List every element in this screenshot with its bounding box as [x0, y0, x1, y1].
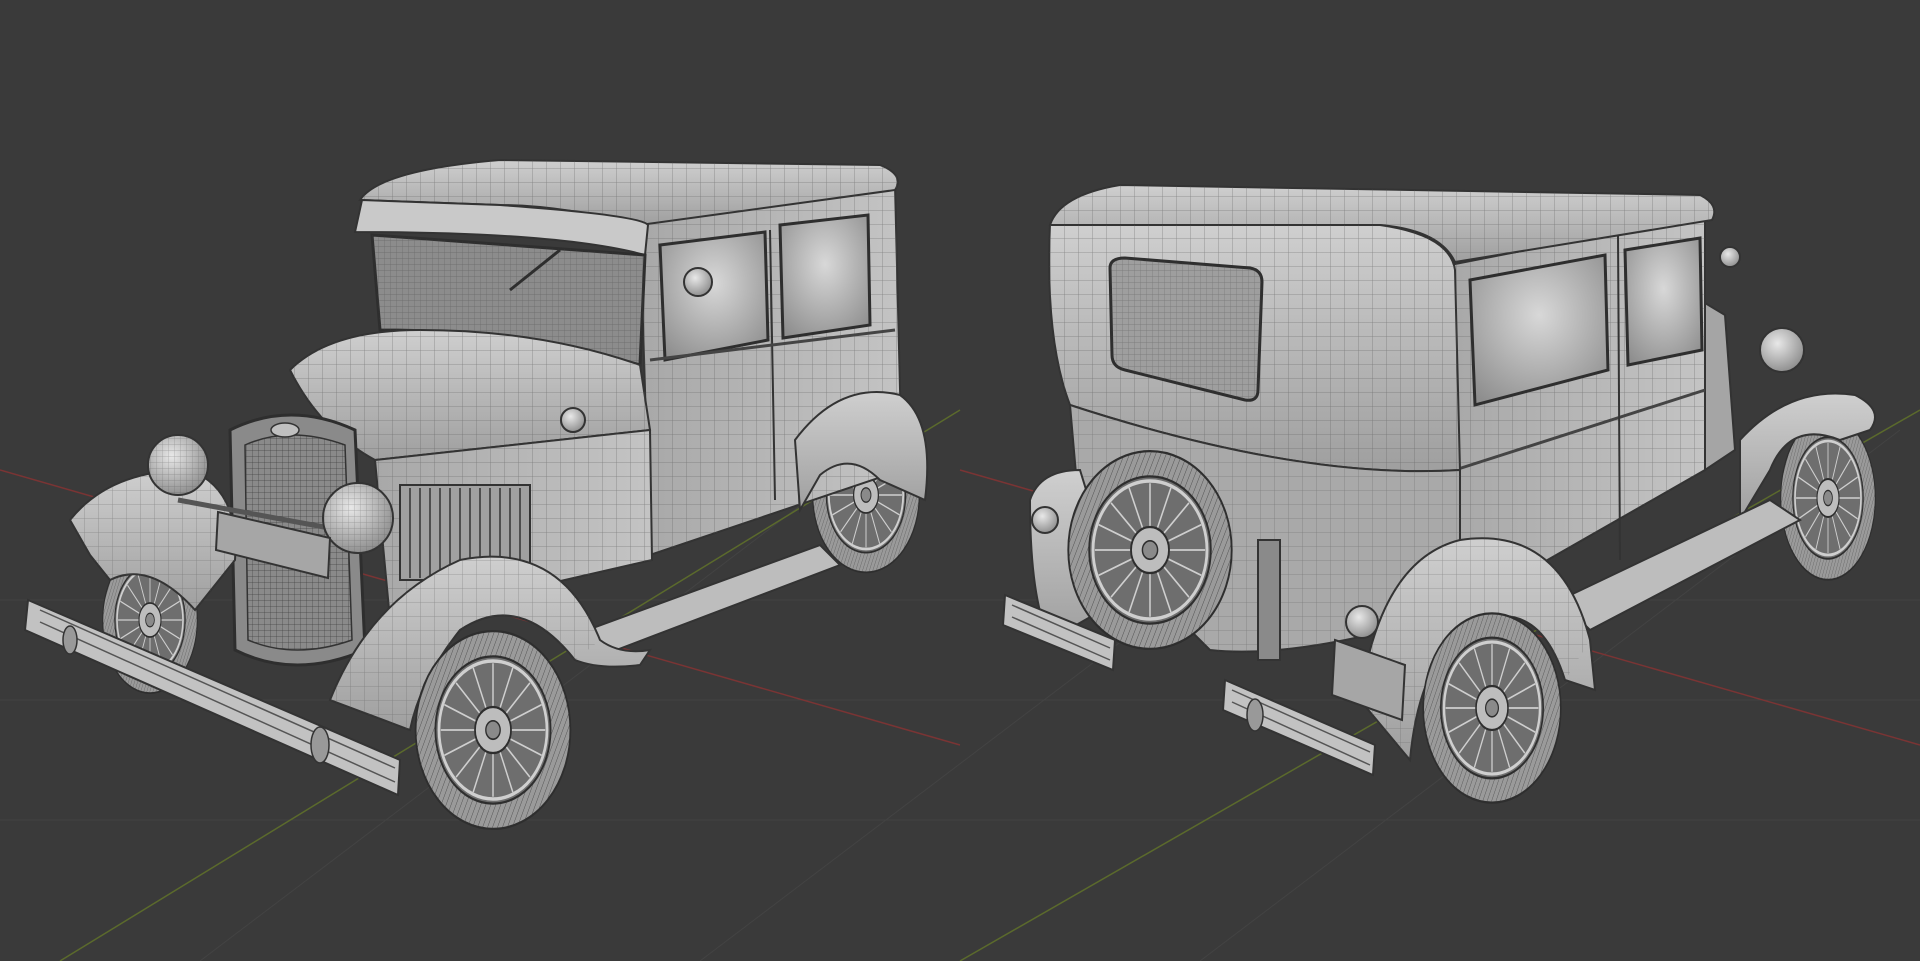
- car-rear-view[interactable]: [1001, 183, 1877, 805]
- car-front-view[interactable]: [23, 158, 929, 831]
- rear-right-wheel: [1421, 611, 1563, 805]
- tail-lamp-right: [1345, 605, 1379, 639]
- front-wheel-far: [1779, 414, 1877, 582]
- front-right-wheel: [413, 629, 573, 831]
- viewport-canvas: [0, 158, 1920, 961]
- side-window-front: [1623, 236, 1704, 367]
- cowl-lamp: [560, 407, 586, 433]
- side-window-rear: [778, 213, 872, 340]
- headlamp: [1759, 327, 1805, 373]
- viewport-3d[interactable]: [0, 0, 1920, 961]
- spare-wheel: [1066, 449, 1234, 651]
- tail-lamp-left: [1031, 506, 1059, 534]
- side-mirror: [683, 267, 713, 297]
- side-window-front: [658, 230, 770, 362]
